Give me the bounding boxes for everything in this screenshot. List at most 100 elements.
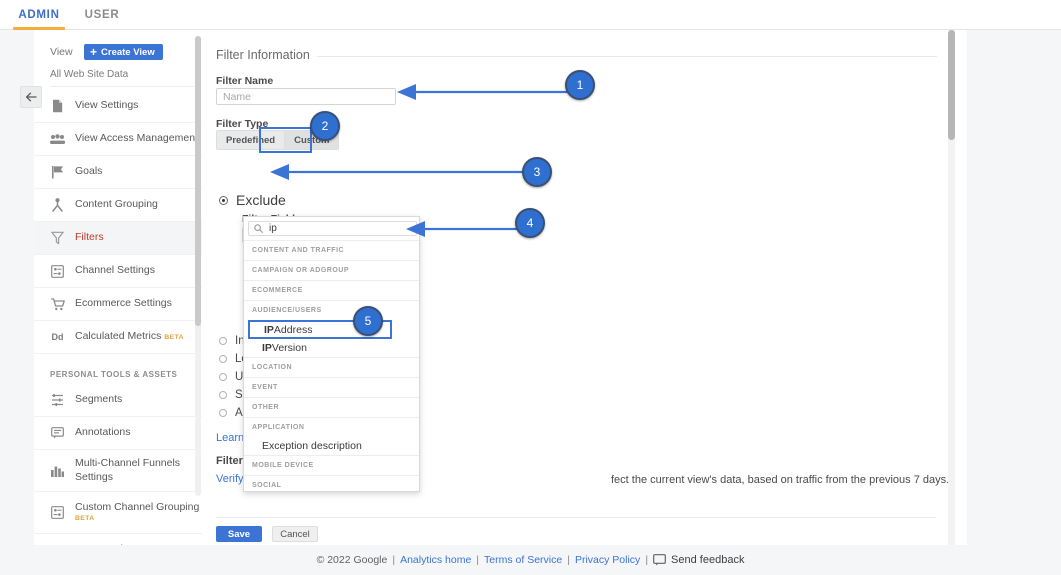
sidebar-scrollbar-thumb[interactable] bbox=[195, 36, 201, 326]
radio-dot-icon bbox=[219, 337, 227, 345]
dropdown-search-box[interactable] bbox=[248, 221, 417, 236]
sidebar: View + Create View All Web Site Data Vie… bbox=[34, 30, 202, 545]
dropdown-group-header: CONTENT AND TRAFFIC bbox=[244, 240, 419, 260]
privacy-policy-link[interactable]: Privacy Policy bbox=[575, 554, 640, 566]
option-rest-text: Address bbox=[273, 323, 313, 336]
radio-dot-icon bbox=[219, 195, 228, 205]
sidebar-item-view-access-management[interactable]: View Access Management bbox=[34, 123, 202, 156]
filter-type-predefined-button[interactable]: Predefined bbox=[216, 130, 286, 150]
filter-name-input[interactable] bbox=[216, 88, 396, 105]
beta-badge: BETA bbox=[75, 515, 95, 523]
sidebar-item-calculated-metrics[interactable]: Dd Calculated Metrics BETA bbox=[34, 321, 202, 354]
footer-separator: | bbox=[476, 554, 480, 566]
sidebar-item-label: Calculated Metrics BETA bbox=[75, 330, 184, 343]
annotation-badge-4: 4 bbox=[515, 208, 545, 238]
comment-icon bbox=[50, 427, 65, 439]
sidebar-item-channel-settings[interactable]: Channel Settings bbox=[34, 255, 202, 288]
terms-of-service-link[interactable]: Terms of Service bbox=[484, 554, 562, 566]
sidebar-item-ecommerce-settings[interactable]: Ecommerce Settings bbox=[34, 288, 202, 321]
footer-separator: | bbox=[567, 554, 570, 566]
option-rest-text: Version bbox=[271, 342, 307, 354]
sidebar-item-filters[interactable]: Filters bbox=[34, 222, 202, 255]
current-view-name[interactable]: All Web Site Data bbox=[50, 69, 128, 80]
cart-icon bbox=[50, 297, 65, 311]
sidebar-item-label: Content Grouping bbox=[75, 198, 158, 211]
tab-user-label: USER bbox=[84, 9, 120, 21]
dropdown-list: CONTENT AND TRAFFIC CAMPAIGN OR ADGROUP … bbox=[244, 240, 419, 491]
copyright-text: © 2022 Google bbox=[316, 554, 388, 566]
sidebar-item-label: Filters bbox=[75, 231, 104, 244]
channel-icon bbox=[50, 264, 65, 278]
sidebar-item-label: Multi-Channel Funnels Settings bbox=[75, 457, 181, 483]
dropdown-group-header: LOCATION bbox=[244, 357, 419, 377]
dropdown-search-input[interactable] bbox=[267, 222, 411, 235]
sidebar-nav-list: View Settings View Access Management Goa… bbox=[34, 90, 202, 545]
sidebar-item-annotations[interactable]: Annotations bbox=[34, 417, 202, 450]
radio-dot-icon bbox=[219, 409, 227, 417]
option-rest-text: Exception description bbox=[262, 440, 362, 452]
dropdown-option-ip-version[interactable]: IP Version bbox=[244, 339, 419, 357]
dropdown-group-header: ECOMMERCE bbox=[244, 280, 419, 300]
dd-icon: Dd bbox=[51, 332, 64, 342]
filter-field-dropdown: CONTENT AND TRAFFIC CAMPAIGN OR ADGROUP … bbox=[243, 216, 420, 492]
option-match-text: IP bbox=[262, 342, 272, 354]
dropdown-option-exception-description[interactable]: Exception description bbox=[244, 437, 419, 455]
tab-admin[interactable]: ADMIN bbox=[6, 0, 72, 30]
people-icon bbox=[50, 133, 65, 145]
dropdown-group-header: OTHER bbox=[244, 397, 419, 417]
annotation-badge-3: 3 bbox=[522, 157, 552, 187]
page-title: Filter Information bbox=[216, 48, 310, 62]
filter-type-label: Filter Type bbox=[216, 118, 269, 130]
radio-dot-icon bbox=[219, 391, 227, 399]
sidebar-item-view-settings[interactable]: View Settings bbox=[34, 90, 202, 123]
tab-user[interactable]: USER bbox=[72, 0, 132, 30]
view-label: View bbox=[50, 46, 73, 58]
send-feedback-button[interactable]: Send feedback bbox=[653, 554, 744, 566]
plus-icon: + bbox=[90, 45, 98, 59]
search-icon bbox=[254, 224, 263, 233]
dropdown-group-header: EVENT bbox=[244, 377, 419, 397]
sidebar-item-label: Goals bbox=[75, 165, 103, 178]
sidebar-item-multi-channel-funnels-settings[interactable]: Multi-Channel Funnels Settings bbox=[34, 450, 202, 492]
feedback-icon bbox=[653, 554, 666, 566]
filter-name-label: Filter Name bbox=[216, 75, 274, 87]
sidebar-item-custom-alerts[interactable]: Custom Alerts bbox=[34, 534, 202, 545]
radio-dot-icon bbox=[219, 373, 227, 381]
create-view-button[interactable]: + Create View bbox=[84, 44, 163, 60]
arrow-left-icon bbox=[25, 92, 37, 102]
dropdown-group-header: CAMPAIGN OR ADGROUP bbox=[244, 260, 419, 280]
sidebar-item-label: Annotations bbox=[75, 426, 131, 439]
title-divider bbox=[317, 56, 937, 57]
annotation-badge-5: 5 bbox=[353, 306, 383, 336]
sidebar-item-segments[interactable]: Segments bbox=[34, 384, 202, 417]
sidebar-item-label: View Settings bbox=[75, 99, 139, 112]
radio-dot-icon bbox=[219, 355, 227, 363]
sidebar-item-label: Channel Settings bbox=[75, 264, 155, 277]
sidebar-item-content-grouping[interactable]: Content Grouping bbox=[34, 189, 202, 222]
footer-separator: | bbox=[645, 554, 649, 566]
segments-icon bbox=[50, 394, 65, 406]
footer: © 2022 Google | Analytics home | Terms o… bbox=[0, 545, 1061, 575]
analytics-home-link[interactable]: Analytics home bbox=[400, 554, 471, 566]
form-actions-divider bbox=[216, 517, 936, 518]
tab-admin-label: ADMIN bbox=[18, 9, 60, 21]
beta-badge: BETA bbox=[164, 334, 184, 342]
send-feedback-label: Send feedback bbox=[671, 554, 745, 566]
sidebar-item-goals[interactable]: Goals bbox=[34, 156, 202, 189]
sidebar-item-custom-channel-grouping[interactable]: Custom Channel Grouping BETA bbox=[34, 492, 202, 534]
dropdown-group-header: SOCIAL bbox=[244, 475, 419, 491]
annotation-badge-1: 1 bbox=[565, 70, 595, 100]
footer-separator: | bbox=[392, 554, 396, 566]
cancel-button[interactable]: Cancel bbox=[272, 526, 318, 542]
back-arrow-button[interactable] bbox=[20, 86, 42, 108]
create-view-label: Create View bbox=[101, 46, 155, 58]
dropdown-group-header: MOBILE DEVICE bbox=[244, 455, 419, 475]
view-selector-row: View + Create View bbox=[50, 44, 190, 62]
radio-exclude[interactable]: Exclude bbox=[219, 192, 286, 208]
channel-icon bbox=[50, 506, 65, 519]
save-button[interactable]: Save bbox=[216, 526, 262, 542]
radio-exclude-label: Exclude bbox=[236, 192, 286, 208]
sidebar-item-label: Ecommerce Settings bbox=[75, 297, 172, 310]
content-scrollbar-thumb[interactable] bbox=[948, 30, 955, 140]
top-tab-bar: ADMIN USER bbox=[0, 0, 1061, 30]
